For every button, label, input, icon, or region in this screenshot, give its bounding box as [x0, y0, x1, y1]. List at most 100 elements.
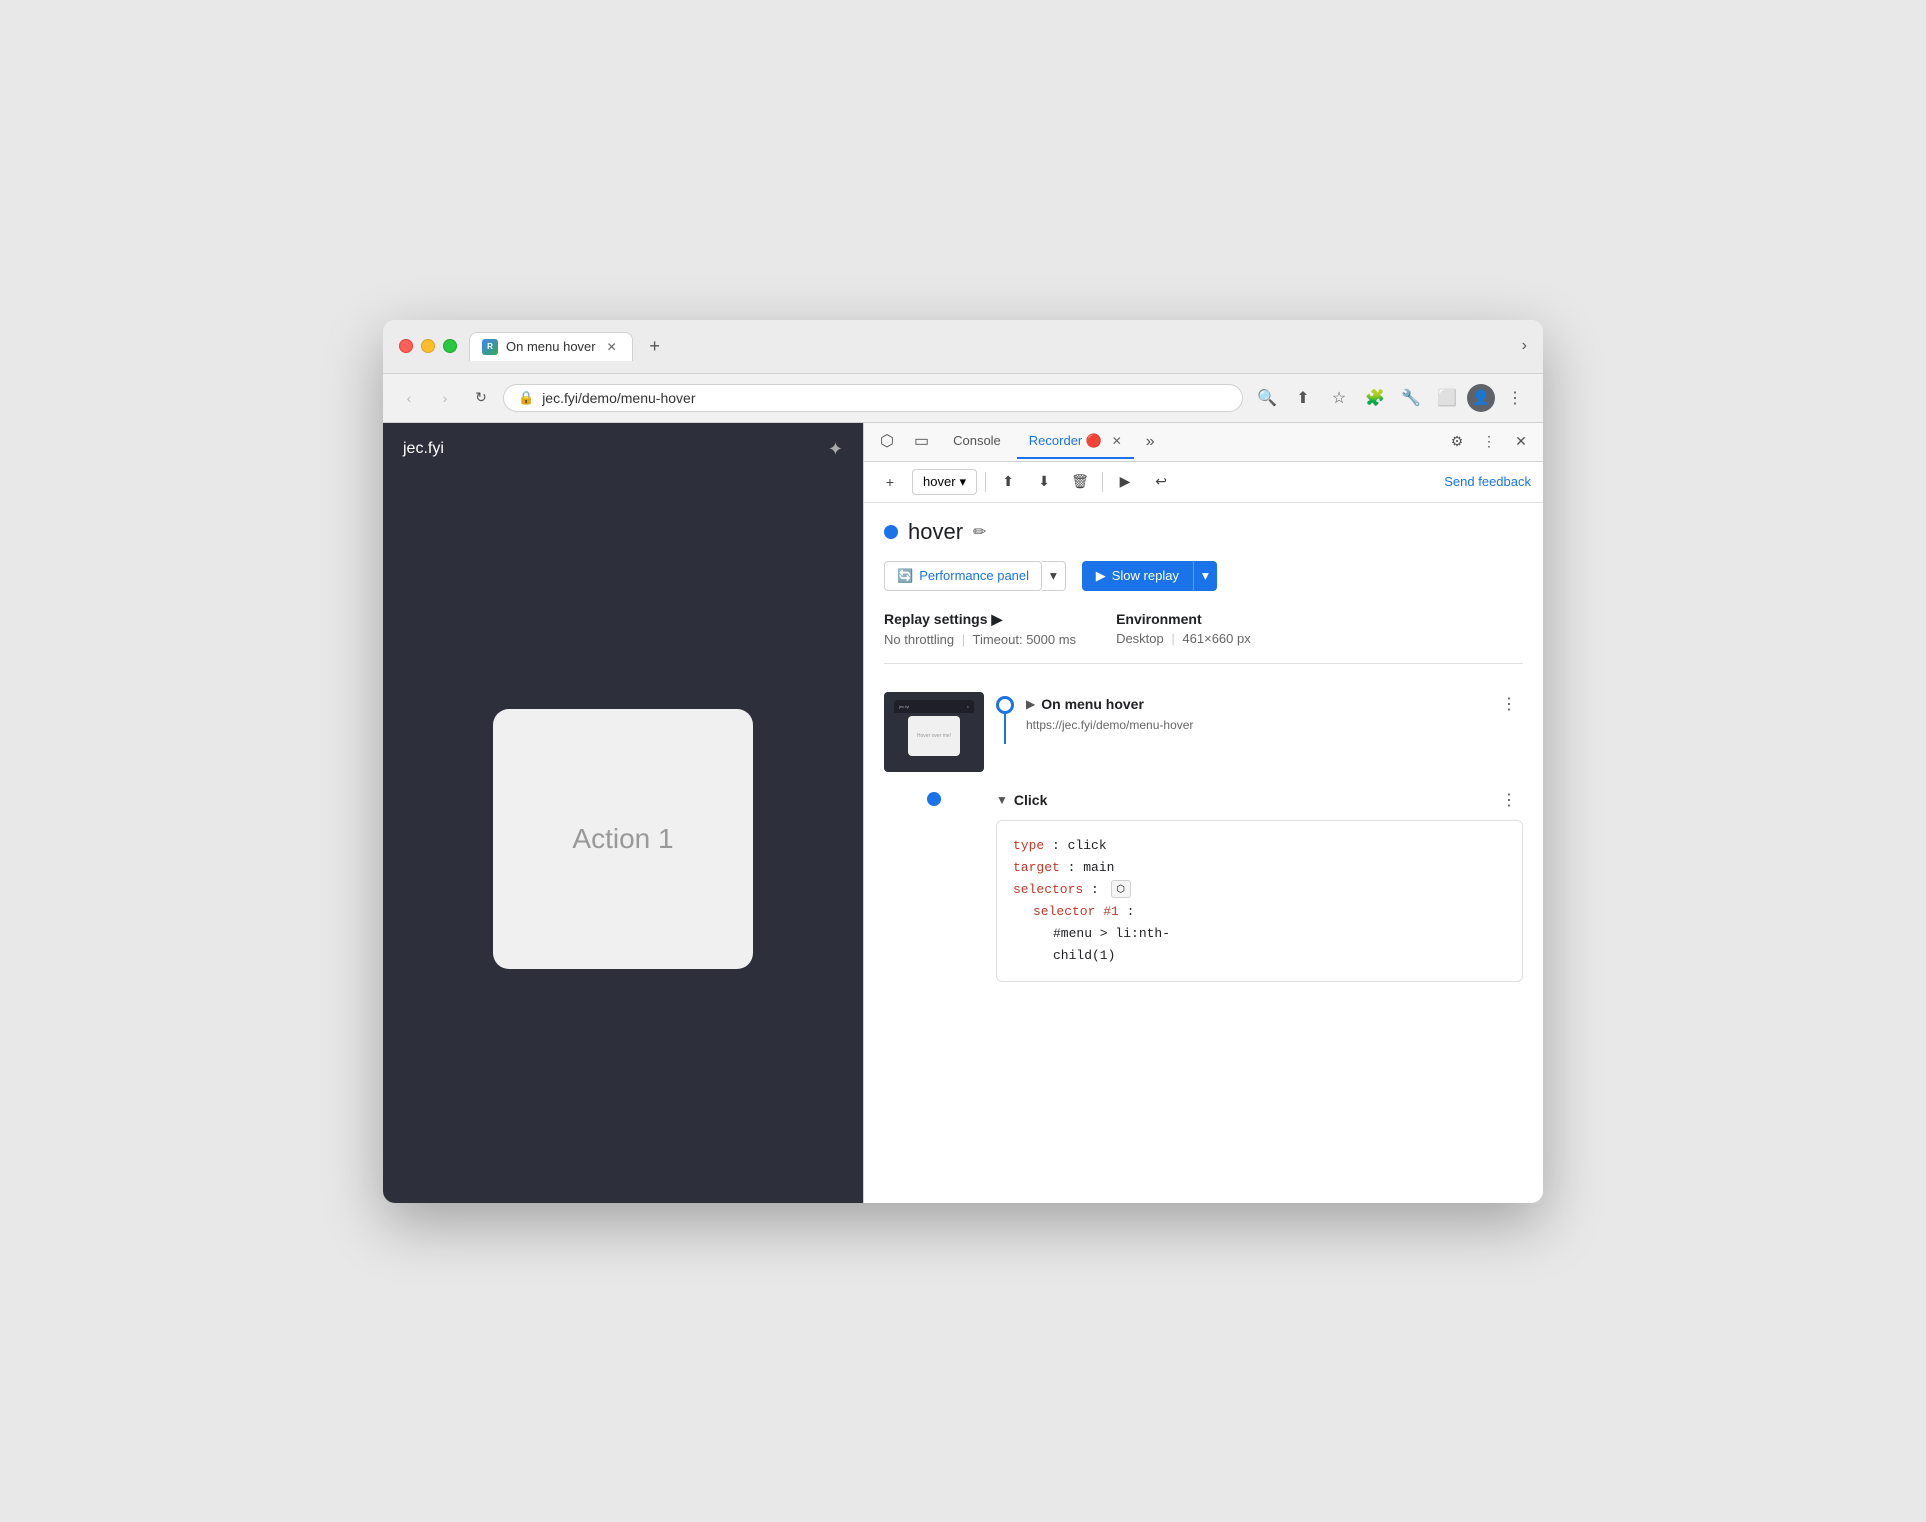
code-line-selectors: selectors : ⬡ — [1013, 879, 1506, 901]
tab-close-button[interactable]: ✕ — [604, 339, 620, 355]
performance-panel-label: Performance panel — [919, 568, 1029, 583]
more-options-button[interactable]: ⋮ — [1499, 382, 1531, 414]
demo-site-logo: jec.fyi — [403, 440, 444, 458]
navigate-step-info: ▶ On menu hover ⋮ https://jec.fyi/demo/m… — [1026, 692, 1523, 732]
step-thumbnail-inner: jec.fyi × Hover over me! — [884, 692, 984, 772]
target-key: target — [1013, 860, 1060, 875]
split-screen-icon[interactable]: ⬜ — [1431, 382, 1463, 414]
forward-button[interactable]: › — [431, 384, 459, 412]
share-icon[interactable]: ⬆ — [1287, 382, 1319, 414]
recording-select[interactable]: hover ▾ — [912, 469, 977, 495]
reload-button[interactable]: ↻ — [467, 384, 495, 412]
profile-button[interactable]: 👤 — [1467, 384, 1495, 412]
navigate-expand-icon[interactable]: ▶ — [1026, 697, 1035, 711]
devtools-more-button[interactable]: ⋮ — [1475, 428, 1503, 456]
click-step-circle — [927, 792, 941, 806]
steps-list: jec.fyi × Hover over me! — [884, 684, 1523, 983]
settings-separator: | — [962, 632, 965, 647]
tab-recorder[interactable]: Recorder 🔴 ✕ — [1017, 425, 1134, 459]
delete-button[interactable]: 🗑 — [1066, 468, 1094, 496]
replay-settings-title[interactable]: Replay settings ▶ — [884, 611, 1076, 628]
click-expand-icon[interactable]: ▼ — [996, 793, 1008, 807]
devtools-extension-icon[interactable]: 🔧 — [1395, 382, 1427, 414]
devtools-panel: ⬡ ▭ Console Recorder 🔴 ✕ » ⚙ ⋮ ✕ + hover — [863, 423, 1543, 1203]
title-bar: R On menu hover ✕ + › — [383, 320, 1543, 374]
navigate-step: jec.fyi × Hover over me! — [884, 684, 1523, 780]
devtools-tabs: ⬡ ▭ Console Recorder 🔴 ✕ » ⚙ ⋮ ✕ — [864, 423, 1543, 462]
navigate-step-title: On menu hover — [1041, 696, 1144, 712]
tab-favicon: R — [482, 339, 498, 355]
chevron-down-icon: ▾ — [960, 474, 967, 490]
devtools-close-button[interactable]: ✕ — [1507, 428, 1535, 456]
thumbnail-mini-site: jec.fyi × Hover over me! — [894, 700, 974, 764]
environment-label: Environment — [1116, 611, 1202, 627]
undo-button[interactable]: ↩ — [1147, 468, 1175, 496]
traffic-lights — [399, 339, 457, 353]
click-step-info: ▼ Click ⋮ type : click — [996, 788, 1523, 983]
back-button[interactable]: ‹ — [395, 384, 423, 412]
click-step-more-button[interactable]: ⋮ — [1495, 788, 1523, 812]
performance-icon: 🔄 — [897, 568, 913, 584]
settings-arrow-icon: ▶ — [991, 611, 1002, 628]
add-recording-button[interactable]: + — [876, 468, 904, 496]
recorder-tab-close[interactable]: ✕ — [1112, 434, 1122, 448]
step-thumbnail: jec.fyi × Hover over me! — [884, 692, 984, 772]
edit-recording-name-icon[interactable]: ✏ — [973, 522, 986, 542]
click-step-title: Click — [1014, 792, 1047, 808]
more-tabs-button[interactable]: » — [1138, 425, 1163, 459]
selectors-key: selectors — [1013, 882, 1083, 897]
code-line-selector-val-1: #menu > li:nth- — [1053, 923, 1506, 945]
extensions-icon[interactable]: 🧩 — [1359, 382, 1391, 414]
import-button[interactable]: ⬇ — [1030, 468, 1058, 496]
search-icon[interactable]: 🔍 — [1251, 382, 1283, 414]
url-bar[interactable]: 🔒 jec.fyi/demo/menu-hover — [503, 384, 1243, 412]
recording-status-dot — [884, 525, 898, 539]
recorder-toolbar: + hover ▾ ⬆ ⬇ 🗑 ▶ ↩ Send feedback — [864, 462, 1543, 503]
click-step: ▼ Click ⋮ type : click — [884, 788, 1523, 983]
selectors-colon: : — [1091, 882, 1107, 897]
slow-replay-dropdown-button[interactable]: ▾ — [1193, 561, 1217, 591]
thumbnail-mini-card: Hover over me! — [908, 716, 960, 756]
tab-title: On menu hover — [506, 339, 596, 354]
code-block: type : click target : main — [996, 820, 1523, 983]
code-line-type: type : click — [1013, 835, 1506, 857]
thumbnail-url-text: jec.fyi — [899, 704, 909, 709]
url-text: jec.fyi/demo/menu-hover — [542, 390, 695, 406]
browser-window: R On menu hover ✕ + › ‹ › ↻ 🔒 jec.fyi/de… — [383, 320, 1543, 1203]
type-key: type — [1013, 838, 1044, 853]
recording-header: hover ✏ — [884, 519, 1523, 545]
tab-overflow-button[interactable]: › — [1522, 337, 1527, 355]
settings-button[interactable]: ⚙ — [1443, 428, 1471, 456]
new-tab-button[interactable]: + — [641, 332, 669, 360]
toolbar-divider-1 — [985, 472, 986, 492]
target-value: main — [1083, 860, 1114, 875]
export-button[interactable]: ⬆ — [994, 468, 1022, 496]
replay-settings-detail: No throttling | Timeout: 5000 ms — [884, 632, 1076, 647]
replay-settings-label: Replay settings — [884, 611, 987, 627]
type-colon: : — [1052, 838, 1068, 853]
selector-icon-button[interactable]: ⬡ — [1111, 880, 1131, 898]
dimensions-value: 461×660 px — [1182, 631, 1250, 646]
slow-replay-button[interactable]: ▶ Slow replay — [1082, 561, 1193, 591]
performance-panel-dropdown[interactable]: ▾ — [1042, 561, 1066, 591]
close-button[interactable] — [399, 339, 413, 353]
sun-icon[interactable]: ✦ — [828, 439, 843, 460]
replay-settings-row: Replay settings ▶ No throttling | Timeou… — [884, 611, 1523, 664]
action-buttons-row: 🔄 Performance panel ▾ ▶ Slow replay ▾ — [884, 561, 1523, 591]
inspector-tool-button[interactable]: ⬡ — [872, 423, 902, 461]
environment-group: Environment Desktop | 461×660 px — [1116, 611, 1251, 646]
send-feedback-button[interactable]: Send feedback — [1444, 474, 1531, 489]
maximize-button[interactable] — [443, 339, 457, 353]
bookmark-icon[interactable]: ☆ — [1323, 382, 1355, 414]
device-toolbar-button[interactable]: ▭ — [906, 423, 937, 461]
performance-panel-button[interactable]: 🔄 Performance panel — [884, 561, 1042, 591]
tab-console[interactable]: Console — [941, 425, 1013, 458]
start-recording-button[interactable]: ▶ — [1111, 468, 1139, 496]
timeout-value: Timeout: 5000 ms — [973, 632, 1077, 647]
navigate-step-more-button[interactable]: ⋮ — [1495, 692, 1523, 716]
lock-icon: 🔒 — [518, 390, 534, 406]
step-thumbnail-area: jec.fyi × Hover over me! — [884, 692, 984, 772]
minimize-button[interactable] — [421, 339, 435, 353]
active-tab[interactable]: R On menu hover ✕ — [469, 332, 633, 361]
code-line-selector-num: selector #1 : — [1033, 901, 1506, 923]
